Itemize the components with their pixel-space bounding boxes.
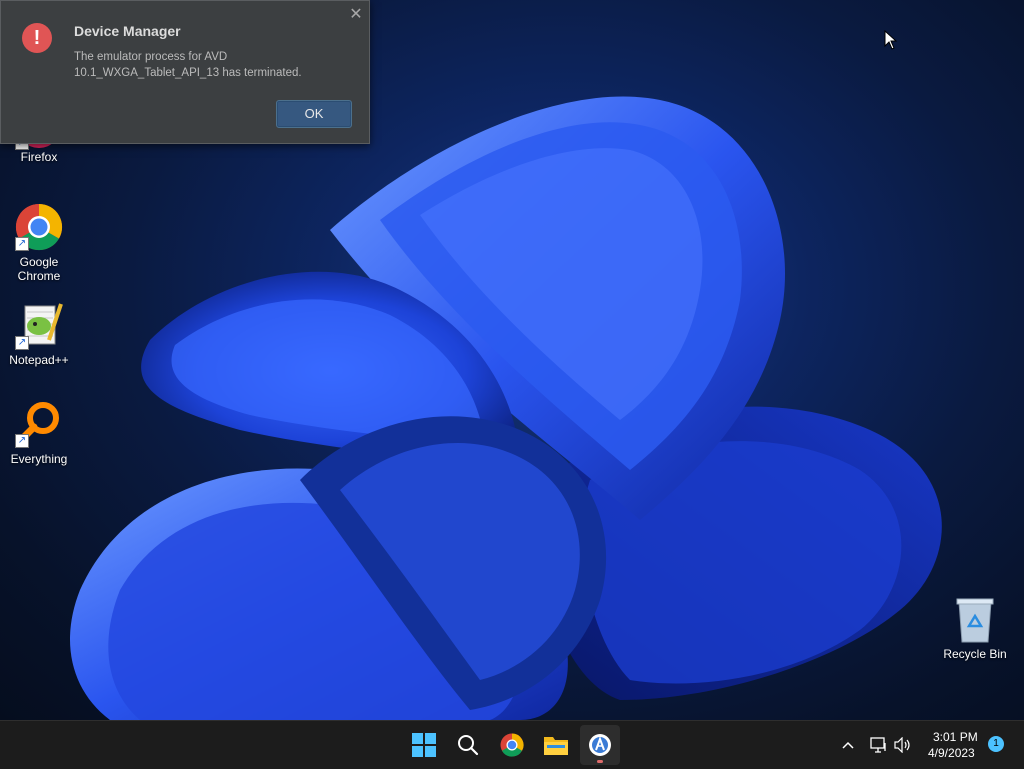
network-button[interactable] xyxy=(868,725,890,765)
running-indicator xyxy=(597,760,603,763)
show-hidden-icons-button[interactable] xyxy=(836,725,860,765)
taskbar: 3:01 PM 4/9/2023 xyxy=(0,720,1024,769)
desktop-icon-label: Everything xyxy=(10,452,68,466)
taskbar-chrome-button[interactable] xyxy=(492,725,532,765)
taskbar-file-explorer-button[interactable] xyxy=(536,725,576,765)
volume-button[interactable] xyxy=(892,725,914,765)
desktop-icon-label: Notepad++ xyxy=(9,353,69,367)
network-icon xyxy=(870,737,886,753)
desktop-icon-label: Chrome xyxy=(17,269,61,283)
desktop-icon-label: Firefox xyxy=(20,150,58,164)
desktop-icon-recycle-bin[interactable]: Recycle Bin xyxy=(936,596,1014,661)
ok-button[interactable]: OK xyxy=(276,100,352,128)
chrome-icon xyxy=(500,733,524,757)
dialog-title: Device Manager xyxy=(74,23,181,39)
taskbar-android-studio-button[interactable] xyxy=(580,725,620,765)
error-dialog: ! Device Manager The emulator process fo… xyxy=(0,0,370,144)
notepadpp-icon: ↗ xyxy=(15,302,63,350)
desktop-icon-label: Recycle Bin xyxy=(943,647,1007,661)
chevron-up-icon xyxy=(842,741,854,749)
dialog-message-line1: The emulator process for AVD xyxy=(74,51,228,63)
desktop-icon-label: Google xyxy=(19,255,59,269)
clock-button[interactable]: 3:01 PM 4/9/2023 xyxy=(920,727,988,763)
chrome-icon: ↗ xyxy=(15,203,63,251)
clock-date: 4/9/2023 xyxy=(928,746,975,760)
file-explorer-icon xyxy=(544,737,568,755)
windows-start-icon xyxy=(412,733,436,757)
clock-time: 3:01 PM xyxy=(933,730,978,744)
desktop-icon-chrome[interactable]: ↗ Google Chrome xyxy=(1,203,77,283)
mouse-cursor-icon xyxy=(884,30,898,50)
search-icon xyxy=(458,735,479,756)
everything-search-icon: ↗ xyxy=(15,400,63,448)
notification-badge[interactable]: 1 xyxy=(988,736,1004,752)
volume-icon xyxy=(894,737,910,753)
dialog-message-line2: 10.1_WXGA_Tablet_API_13 has terminated. xyxy=(74,67,302,79)
desktop-icon-everything[interactable]: ↗ Everything xyxy=(1,400,77,466)
android-studio-icon xyxy=(589,734,611,756)
desktop: ↗ Firefox ↗ Google Chrome xyxy=(0,0,1024,720)
error-icon: ! xyxy=(22,23,52,53)
dialog-message: The emulator process for AVD 10.1_WXGA_T… xyxy=(74,49,334,81)
start-button[interactable] xyxy=(404,725,444,765)
desktop-icon-notepadpp[interactable]: ↗ Notepad++ xyxy=(1,302,77,367)
taskbar-search-button[interactable] xyxy=(448,725,488,765)
close-icon[interactable]: ✕ xyxy=(347,6,365,24)
recycle-bin-icon xyxy=(951,596,999,644)
